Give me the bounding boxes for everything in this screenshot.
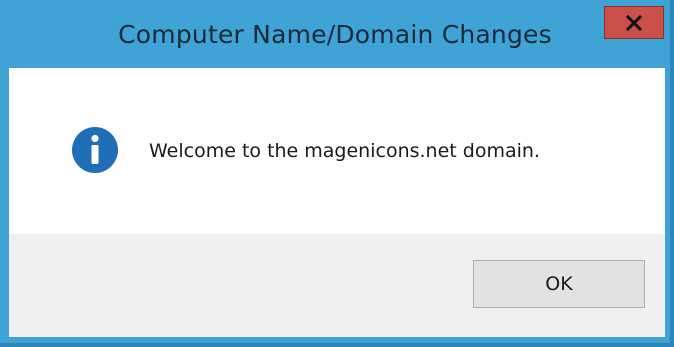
dialog-footer: OK (9, 234, 665, 337)
dialog-body: Welcome to the magenicons.net domain. (9, 68, 665, 234)
title-bar[interactable]: Computer Name/Domain Changes (0, 0, 670, 68)
close-button[interactable] (604, 6, 664, 39)
dialog-message: Welcome to the magenicons.net domain. (149, 140, 540, 162)
dialog-window: Computer Name/Domain Changes Welcome to … (0, 0, 674, 347)
ok-button[interactable]: OK (473, 260, 645, 308)
window-title: Computer Name/Domain Changes (118, 20, 552, 49)
info-icon (71, 126, 119, 174)
close-icon (626, 14, 642, 31)
